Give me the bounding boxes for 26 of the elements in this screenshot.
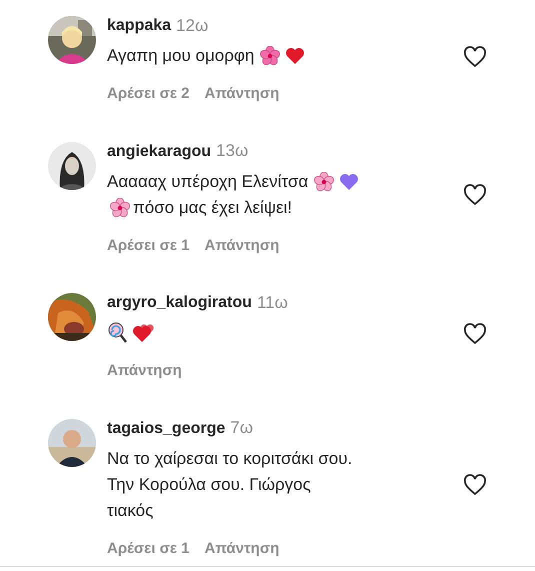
reply-link[interactable]: Απάντηση (204, 538, 280, 560)
username[interactable]: argyro_kalogiratou (107, 291, 252, 315)
comment-text: Αααααχ υπέροχη Ελενίτσα (107, 170, 308, 193)
username[interactable]: angiekaragou (107, 140, 212, 164)
heart-icon[interactable] (463, 44, 487, 68)
reply-link[interactable]: Απάντηση (204, 83, 280, 106)
comment-text: Να το χαίρεσαι το κοριτσάκι σου. (107, 448, 352, 470)
comment-text: Την Κορούλα σου. Γιώργος (107, 474, 311, 496)
comment-text: τιακός (107, 500, 154, 522)
lollipop-icon (108, 322, 128, 344)
heart-icon[interactable] (463, 183, 487, 206)
likes-link[interactable]: Αρέσει σε 1 (107, 538, 190, 560)
comment-time: 12ω (176, 14, 208, 36)
comment-time: 7ω (230, 417, 253, 439)
heart-icon[interactable] (463, 473, 487, 496)
username[interactable]: tagaios_george (107, 416, 226, 440)
likes-link[interactable]: Αρέσει σε 1 (107, 234, 190, 257)
comment-text: Αγαπη μου ομορφη (107, 45, 254, 68)
reply-link[interactable]: Απάντηση (204, 234, 280, 257)
reply-link[interactable]: Απάντηση (107, 360, 182, 382)
heart-icon[interactable] (463, 322, 487, 344)
comment-time: 13ω (216, 140, 248, 162)
comment-time: 11ω (256, 292, 288, 314)
comment-text: πόσο μας έχει λείψει! (133, 196, 292, 219)
username[interactable]: kappaka (107, 14, 172, 38)
likes-link[interactable]: Αρέσει σε 2 (107, 83, 190, 106)
